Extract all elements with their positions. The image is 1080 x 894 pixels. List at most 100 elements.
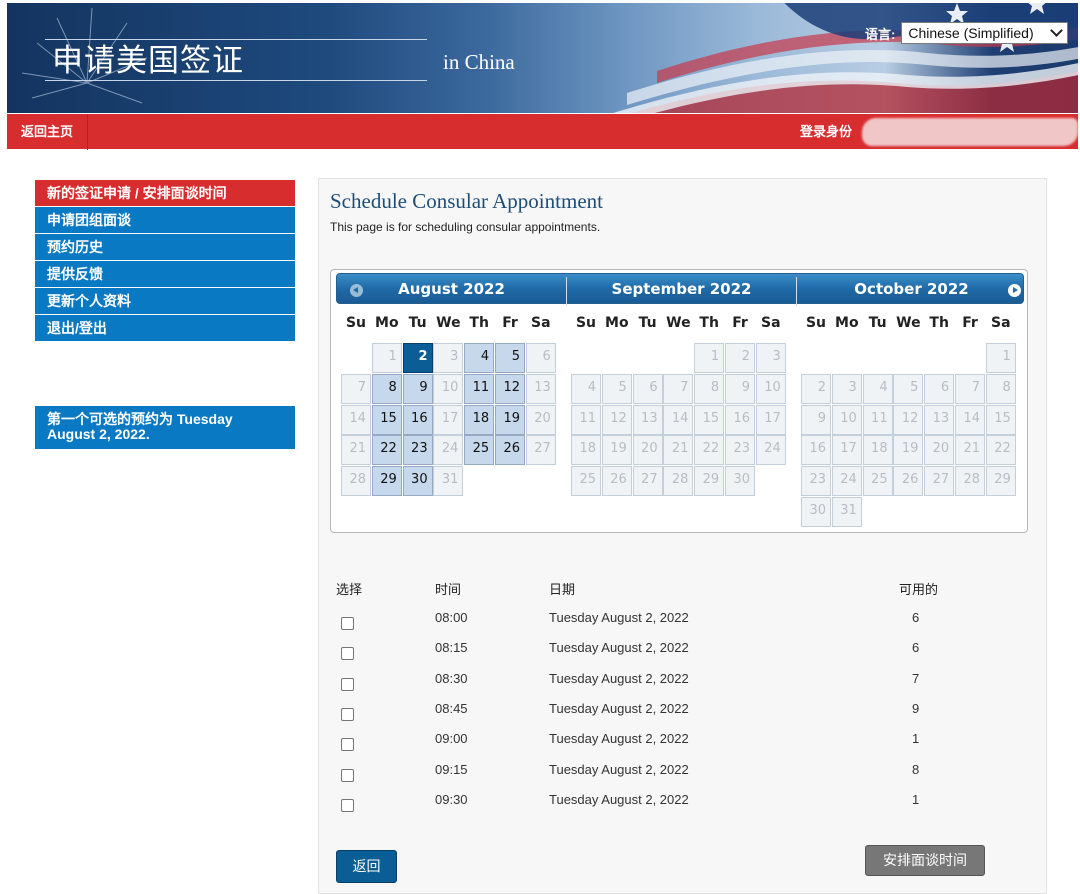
calendar-day-available[interactable]: 8: [371, 373, 402, 404]
calendar-day-unavailable: 22: [985, 435, 1016, 466]
calendar-day-unavailable: 10: [433, 373, 464, 404]
language-select[interactable]: Chinese (Simplified): [901, 22, 1069, 44]
redacted-username: [862, 118, 1078, 146]
home-link[interactable]: 返回主页: [7, 114, 89, 150]
weekday-label: Mo: [835, 315, 859, 331]
calendar-day-unavailable: 28: [663, 466, 694, 497]
calendar-day-available[interactable]: 18: [464, 404, 495, 435]
calendar-day-unavailable: 17: [755, 404, 786, 435]
calendar-day-unavailable: 30: [725, 466, 755, 497]
calendar-day-unavailable: 21: [663, 435, 694, 466]
calendar-day-unavailable: 19: [893, 435, 924, 466]
calendar-day-unavailable: 1: [985, 343, 1016, 373]
column-header-time: 时间: [435, 582, 462, 597]
calendar-day-unavailable: 24: [831, 466, 862, 497]
column-header-available: 可用的: [899, 582, 939, 597]
timeslot-checkbox[interactable]: [341, 768, 354, 782]
calendar-day-available[interactable]: 26: [495, 435, 525, 466]
timeslot-checkbox[interactable]: [341, 647, 354, 661]
sidebar-item-appointment-history[interactable]: 预约历史: [35, 234, 295, 261]
timeslot-date: Tuesday August 2, 2022: [549, 640, 689, 656]
calendar-day-available[interactable]: 19: [495, 404, 525, 435]
calendar-day-unavailable: 26: [601, 466, 632, 497]
calendar-day-unavailable: 27: [632, 466, 663, 497]
weekday-label: Th: [699, 315, 719, 331]
calendar-day-available[interactable]: 16: [402, 404, 433, 435]
calendar-day-unavailable: 8: [985, 373, 1016, 404]
sidebar-item-group-interview[interactable]: 申请团组面谈: [35, 207, 295, 234]
calendar-day-selected[interactable]: 2: [402, 343, 433, 373]
calendar-day-unavailable: 7: [341, 373, 371, 404]
calendar-day-available[interactable]: 23: [402, 435, 433, 466]
calendar-day-unavailable: 2: [725, 343, 755, 373]
calendar-day-unavailable: 20: [632, 435, 663, 466]
calendar-day-available[interactable]: 22: [371, 435, 402, 466]
weekday-label: Su: [345, 315, 367, 331]
calendar-day-available[interactable]: 4: [464, 343, 495, 373]
sidebar-item-update-profile[interactable]: 更新个人资料: [35, 288, 295, 315]
calendar-day-unavailable: 20: [525, 404, 556, 435]
weekday-label: Su: [805, 315, 827, 331]
calendar-day-available[interactable]: 9: [402, 373, 433, 404]
weekday-label: Mo: [375, 315, 399, 331]
timeslot-row: 09:00 Tuesday August 2, 2022 1: [319, 731, 1048, 761]
calendar-day-unavailable: 21: [955, 435, 985, 466]
calendar-day-unavailable: 4: [571, 373, 601, 404]
calendar-day-available[interactable]: 11: [464, 373, 495, 404]
timeslot-time: 08:00: [435, 610, 468, 625]
back-button[interactable]: 返回: [336, 850, 397, 883]
calendar-day-available[interactable]: 5: [495, 343, 525, 373]
timeslot-checkbox[interactable]: [341, 798, 354, 812]
timeslot-row: 09:15 Tuesday August 2, 2022 8: [319, 762, 1048, 792]
calendar-day-available[interactable]: 15: [371, 404, 402, 435]
timeslot-checkbox[interactable]: [341, 707, 354, 721]
timeslot-checkbox[interactable]: [341, 617, 354, 630]
calendar-day-unavailable: 4: [862, 373, 893, 404]
calendar-day-available[interactable]: 12: [495, 373, 525, 404]
timeslot-time: 08:30: [435, 670, 468, 686]
calendar-day-unavailable: 15: [985, 404, 1016, 435]
calendar-day-unavailable: 12: [893, 404, 924, 435]
sidebar-item-logout[interactable]: 退出/登出: [35, 315, 295, 342]
calendar-day-unavailable: 24: [433, 435, 464, 466]
language-value: Chinese (Simplified): [908, 25, 1034, 41]
timeslot-available-count: 6: [912, 610, 920, 625]
weekday-label: Tu: [868, 315, 887, 331]
weekday-label: Th: [469, 315, 489, 331]
timeslot-time: 08:45: [435, 700, 468, 716]
weekday-label: Tu: [638, 315, 657, 331]
main-panel: Schedule Consular Appointment This page …: [318, 178, 1047, 894]
calendar-day-available[interactable]: 29: [371, 466, 402, 497]
timeslot-row: 08:00 Tuesday August 2, 2022 6: [319, 610, 1048, 640]
timeslot-checkbox[interactable]: [341, 677, 354, 691]
calendar-day-unavailable: 12: [601, 404, 632, 435]
calendar-day-unavailable: 18: [571, 435, 601, 466]
weekday-label: Sa: [531, 315, 551, 331]
calendar-day-unavailable: 9: [801, 404, 831, 435]
calendar-day-available[interactable]: 25: [464, 435, 495, 466]
calendar-day-unavailable: 29: [694, 466, 725, 497]
timeslot-time: 09:30: [435, 791, 468, 807]
schedule-interview-button[interactable]: 安排面谈时间: [865, 845, 985, 876]
calendar-day-unavailable: 25: [571, 466, 601, 497]
calendar-day-unavailable: 8: [694, 373, 725, 404]
month-title: October 2022: [854, 280, 969, 298]
calendar-day-unavailable: 9: [725, 373, 755, 404]
timeslot-checkbox[interactable]: [341, 738, 354, 752]
column-header-select: 选择: [336, 582, 363, 597]
calendar-header: August 2022 September 2022 October 2022: [336, 273, 1024, 306]
calendar-day-available[interactable]: 30: [402, 466, 433, 497]
page-title: 申请美国签证: [45, 39, 427, 81]
month-title: August 2022: [398, 280, 505, 298]
calendar-day-unavailable: 23: [725, 435, 755, 466]
next-month-icon[interactable]: [1008, 284, 1021, 297]
timeslot-date: Tuesday August 2, 2022: [549, 731, 689, 747]
sidebar-item-new-application[interactable]: 新的签证申请 / 安排面谈时间: [35, 180, 295, 207]
calendar-day-unavailable: 27: [924, 466, 955, 497]
sidebar-item-feedback[interactable]: 提供反馈: [35, 261, 295, 288]
weekday-label: Th: [929, 315, 949, 331]
header-banner: 申请美国签证 in China 语言: Chinese (Simplified): [7, 3, 1078, 113]
section-title: Schedule Consular Appointment: [330, 189, 603, 213]
timeslot-row: 08:45 Tuesday August 2, 2022 9: [319, 701, 1048, 731]
weekday-label: Tu: [408, 315, 427, 331]
